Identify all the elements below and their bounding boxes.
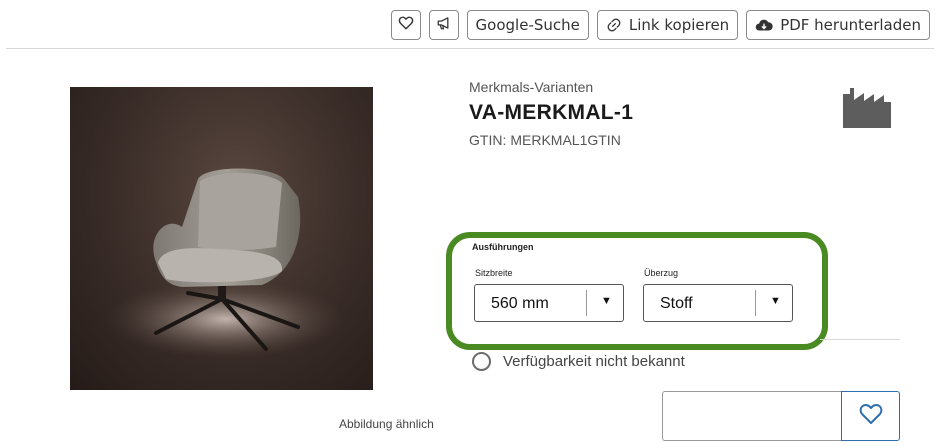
factory-icon[interactable] (843, 84, 891, 133)
header-divider (6, 48, 934, 49)
cover-label: Überzug (644, 268, 679, 278)
heart-icon (859, 403, 883, 430)
select-divider (755, 290, 756, 316)
copy-link-label: Link kopieren (628, 16, 730, 34)
cloud-download-icon (755, 18, 773, 32)
announce-button[interactable] (428, 10, 459, 40)
quantity-input[interactable] (662, 391, 841, 441)
availability-status: Verfügbarkeit nicht bekannt (472, 352, 685, 371)
add-to-wishlist-button[interactable] (841, 391, 900, 441)
chevron-down-icon: ▼ (601, 295, 612, 307)
heart-icon (398, 16, 414, 34)
seat-width-value: 560 mm (491, 295, 549, 312)
copy-link-button[interactable]: Link kopieren (596, 10, 739, 40)
product-image[interactable] (70, 87, 373, 390)
google-search-button[interactable]: Google-Suche (466, 10, 589, 40)
favorite-button[interactable] (390, 10, 421, 40)
pdf-download-button[interactable]: PDF herunterladen (746, 10, 930, 40)
image-caption: Abbildung ähnlich (339, 417, 434, 431)
seat-width-select[interactable]: 560 mm ▼ (474, 284, 624, 322)
link-icon (606, 17, 622, 33)
availability-indicator (472, 352, 491, 371)
seat-width-label: Sitzbreite (475, 268, 513, 278)
action-toolbar: Google-Suche Link kopieren PDF herunterl… (390, 10, 930, 40)
megaphone-icon (436, 16, 452, 34)
variants-heading: Ausführungen (472, 242, 534, 252)
product-gtin: GTIN: MERKMAL1GTIN (469, 132, 621, 148)
pdf-download-label: PDF herunterladen (780, 16, 921, 34)
product-title: VA-MERKMAL-1 (469, 101, 634, 124)
chevron-down-icon: ▼ (770, 295, 781, 307)
google-search-label: Google-Suche (475, 16, 580, 34)
availability-text: Verfügbarkeit nicht bekannt (503, 353, 685, 370)
availability-divider (820, 339, 900, 340)
gtin-value: MERKMAL1GTIN (510, 132, 621, 148)
product-category[interactable]: Merkmals-Varianten (469, 79, 593, 95)
select-divider (586, 290, 587, 316)
cover-value: Stoff (660, 295, 693, 312)
cover-select[interactable]: Stoff ▼ (643, 284, 793, 322)
gtin-label: GTIN: (469, 132, 507, 148)
